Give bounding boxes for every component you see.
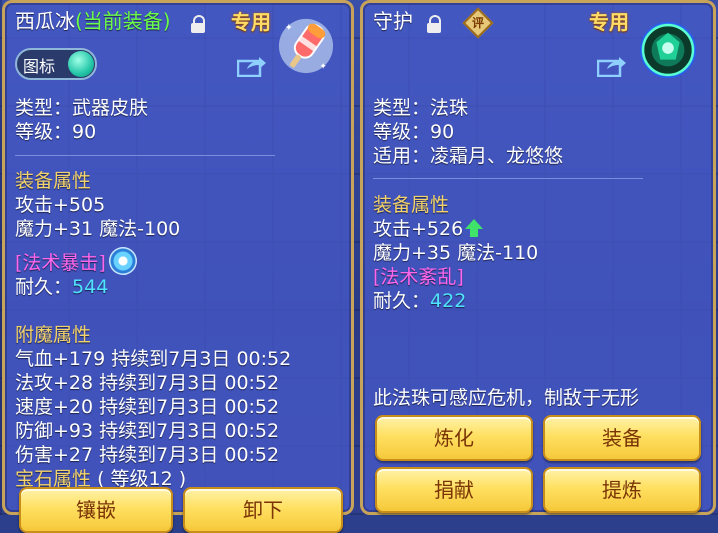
suits-line: 适用：凌霜月、龙悠悠 <box>373 145 564 167</box>
share-icon[interactable] <box>597 55 627 77</box>
item-description: 此法珠可感应危机，制敌于无形 <box>373 387 640 409</box>
enchant-line: 防御+93 持续到7月3日 00:52 <box>15 420 280 442</box>
extract-button[interactable]: 提炼 <box>543 467 701 513</box>
attack-line: 攻击+526 <box>373 218 464 240</box>
exclusive-label: 专用 <box>231 10 271 34</box>
unequip-button[interactable]: 卸下 <box>183 487 343 533</box>
lock-icon[interactable] <box>427 15 441 33</box>
divider <box>15 155 275 156</box>
popsicle-weapon-icon: ✦ ✦ <box>278 18 334 74</box>
exclusive-label: 专用 <box>589 10 629 34</box>
enchant-line: 伤害+27 持续到7月3日 00:52 <box>15 444 280 466</box>
divider <box>373 178 643 179</box>
attack-line: 攻击+505 <box>15 194 106 216</box>
type-line: 类型：法珠 <box>373 97 469 119</box>
icon-toggle-label: 图标 <box>23 57 56 76</box>
svg-text:✦: ✦ <box>320 62 327 72</box>
magic-line: 魔力+31 魔法-100 <box>15 218 181 240</box>
icon-toggle[interactable]: 图标 <box>15 48 97 80</box>
type-line: 类型：武器皮肤 <box>15 97 149 119</box>
durability-label: 耐久： <box>373 290 431 312</box>
equip-button[interactable]: 装备 <box>543 415 701 461</box>
level-line: 等级：90 <box>373 121 455 143</box>
enchant-header: 附魔属性 <box>15 324 92 346</box>
compare-item-tooltip: 守护 评 专用 类型：法珠 等级：90 适用：凌霜月、龙悠悠 装备属性 攻击+5… <box>360 0 716 515</box>
magic-line: 魔力+35 魔法-110 <box>373 242 539 264</box>
durability-value: 422 <box>430 290 467 312</box>
equip-attr-header: 装备属性 <box>373 194 450 216</box>
inlay-button[interactable]: 镶嵌 <box>19 487 173 533</box>
special-skill: [法术暴击] <box>15 252 106 274</box>
equip-status: (当前装备) <box>75 9 171 33</box>
durability-label: 耐久： <box>15 276 73 298</box>
svg-text:✦: ✦ <box>285 23 293 34</box>
orb-icon <box>639 21 697 79</box>
item-name: 守护 <box>373 9 413 33</box>
item-name: 西瓜冰 <box>15 9 75 33</box>
durability-value: 544 <box>72 276 109 298</box>
up-arrow-icon <box>465 219 483 237</box>
share-icon[interactable] <box>237 55 267 77</box>
enchant-line: 速度+20 持续到7月3日 00:52 <box>15 396 280 418</box>
item-title: 西瓜冰(当前装备) <box>15 10 171 33</box>
eval-badge-icon[interactable]: 评 <box>462 7 494 39</box>
lock-icon[interactable] <box>191 15 205 33</box>
level-line: 等级：90 <box>15 121 97 143</box>
equipped-item-tooltip: 西瓜冰(当前装备) 专用 ✦ ✦ 图标 类型：武器皮肤 等级：90 装备属性 攻… <box>2 0 354 533</box>
enchant-line: 法攻+28 持续到7月3日 00:52 <box>15 372 280 394</box>
refine-button[interactable]: 炼化 <box>375 415 533 461</box>
enchant-line: 气血+179 持续到7月3日 00:52 <box>15 348 292 370</box>
equip-attr-header: 装备属性 <box>15 170 92 192</box>
swirl-skill-icon <box>109 247 137 275</box>
donate-button[interactable]: 捐献 <box>375 467 533 513</box>
special-skill: [法术紊乱] <box>373 266 464 288</box>
toggle-knob <box>68 51 94 77</box>
